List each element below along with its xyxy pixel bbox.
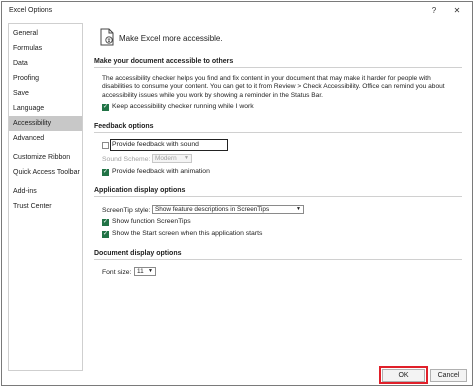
chevron-down-icon: ▼ (296, 206, 301, 212)
accessibility-description: The accessibility checker helps you find… (102, 75, 445, 99)
close-button[interactable]: ✕ (451, 5, 463, 17)
sidebar-item-customize-ribbon[interactable]: Customize Ribbon (9, 150, 82, 165)
section-divider (94, 196, 462, 197)
sidebar-item-language[interactable]: Language (9, 101, 82, 116)
sidebar-item-data[interactable]: Data (9, 56, 82, 71)
ok-button[interactable]: OK (382, 369, 425, 382)
help-button[interactable]: ? (428, 5, 440, 17)
section-title-app-display: Application display options (94, 187, 186, 194)
dialog-title: Excel Options (9, 7, 53, 14)
accessibility-document-icon (100, 28, 114, 46)
cancel-button[interactable]: Cancel (430, 369, 467, 382)
excel-options-dialog: Excel Options ? ✕ General Formulas Data … (1, 1, 473, 386)
feedback-animation-checkbox[interactable]: ✓ (102, 169, 109, 176)
sidebar-item-general[interactable]: General (9, 26, 82, 41)
sidebar-item-trust-center[interactable]: Trust Center (9, 199, 82, 214)
function-screentips-checkbox[interactable]: ✓ (102, 219, 109, 226)
start-screen-label[interactable]: Show the Start screen when this applicat… (112, 230, 262, 237)
sidebar-item-formulas[interactable]: Formulas (9, 41, 82, 56)
section-divider (94, 259, 462, 260)
chevron-down-icon: ▼ (148, 268, 153, 274)
keep-checker-checkbox[interactable]: ✓ (102, 104, 109, 111)
section-divider (94, 132, 462, 133)
feedback-animation-label[interactable]: Provide feedback with animation (112, 168, 210, 175)
title-bar: Excel Options ? ✕ (2, 2, 472, 20)
feedback-sound-label[interactable]: Provide feedback with sound (112, 141, 199, 148)
section-title-feedback: Feedback options (94, 123, 154, 130)
sound-scheme-label: Sound Scheme: (102, 156, 151, 163)
sidebar-item-add-ins[interactable]: Add-ins (9, 184, 82, 199)
font-size-value: 11 (137, 268, 144, 275)
sidebar-item-advanced[interactable]: Advanced (9, 131, 82, 146)
chevron-down-icon: ▼ (184, 155, 189, 161)
start-screen-checkbox[interactable]: ✓ (102, 231, 109, 238)
font-size-select[interactable]: 11 ▼ (134, 267, 156, 276)
main-content: Make Excel more accessible. Make your do… (90, 23, 466, 369)
sidebar-item-accessibility[interactable]: Accessibility (9, 116, 82, 131)
feedback-sound-checkbox[interactable] (102, 142, 109, 149)
sidebar-item-proofing[interactable]: Proofing (9, 71, 82, 86)
section-title-doc-display: Document display options (94, 250, 182, 257)
section-title-doc-accessible: Make your document accessible to others (94, 58, 234, 65)
section-divider (94, 67, 462, 68)
font-size-label: Font size: (102, 269, 132, 276)
function-screentips-label[interactable]: Show function ScreenTips (112, 218, 191, 225)
keep-checker-label[interactable]: Keep accessibility checker running while… (112, 103, 254, 110)
page-title: Make Excel more accessible. (119, 34, 223, 43)
sidebar: General Formulas Data Proofing Save Lang… (8, 23, 83, 371)
sound-scheme-value: Modern (155, 155, 177, 162)
sidebar-item-quick-access-toolbar[interactable]: Quick Access Toolbar (9, 165, 82, 180)
sound-scheme-select: Modern ▼ (152, 154, 192, 163)
screentip-style-select[interactable]: Show feature descriptions in ScreenTips … (152, 205, 304, 214)
screentip-style-value: Show feature descriptions in ScreenTips (155, 206, 270, 213)
screentip-style-label: ScreenTip style: (102, 207, 151, 214)
sidebar-item-save[interactable]: Save (9, 86, 82, 101)
